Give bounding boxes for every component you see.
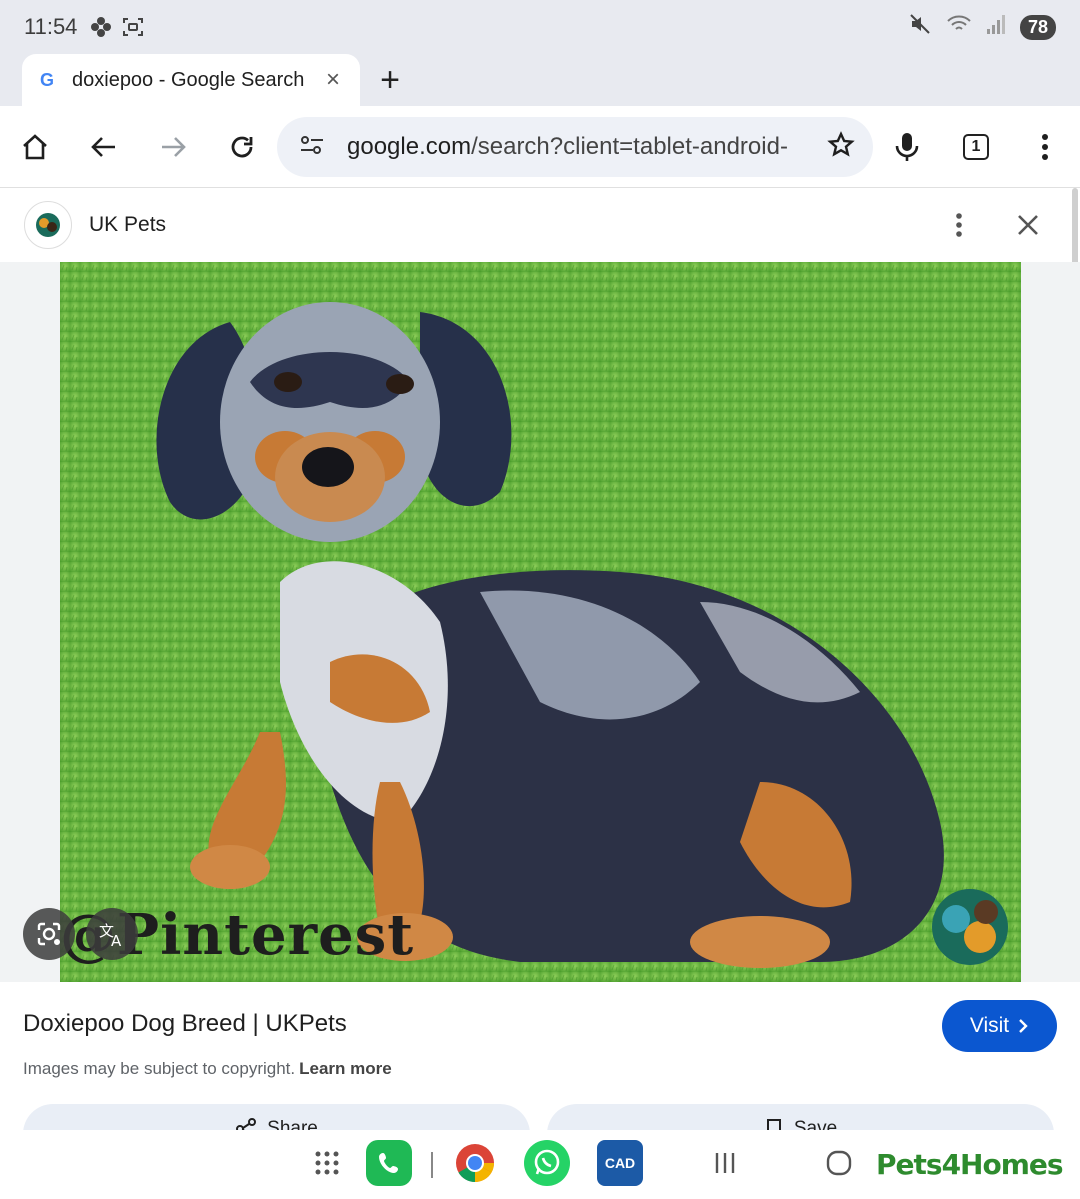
home-nav-icon[interactable]	[816, 1140, 862, 1186]
more-vert-icon	[1042, 134, 1048, 160]
svg-text:A: A	[111, 932, 122, 948]
chevron-right-icon	[1019, 1019, 1028, 1033]
pets4homes-watermark: Pets4Homes	[876, 1148, 1064, 1181]
screen-capture-icon	[121, 15, 145, 39]
visit-button[interactable]: Visit	[942, 1000, 1057, 1052]
lens-icon	[37, 922, 61, 946]
phone-app-icon[interactable]	[366, 1140, 412, 1186]
site-logo	[24, 201, 72, 249]
translate-icon: 文A	[99, 922, 122, 948]
copyright-text: Images may be subject to copyright.	[23, 1059, 296, 1078]
back-button[interactable]	[78, 121, 130, 173]
browser-toolbar: google.com/search?client=tablet-android-…	[0, 106, 1080, 188]
voice-search-button[interactable]	[881, 121, 933, 173]
close-panel-button[interactable]	[1003, 200, 1053, 250]
cad-app-icon[interactable]: CAD	[597, 1140, 643, 1186]
browser-tab[interactable]: G doxiepoo - Google Search ×	[22, 54, 360, 106]
google-favicon-icon: G	[40, 69, 55, 90]
status-bar: 11:54 78	[0, 0, 1080, 54]
site-settings-icon[interactable]	[299, 133, 325, 162]
learn-more-link[interactable]: Learn more	[299, 1059, 392, 1078]
ukpets-logo-icon	[36, 213, 60, 237]
menu-button[interactable]	[1019, 121, 1071, 173]
site-name: UK Pets	[89, 213, 167, 236]
signal-icon	[986, 13, 1006, 41]
tab-title: doxiepoo - Google Search	[72, 68, 305, 91]
address-bar[interactable]: google.com/search?client=tablet-android-	[277, 117, 873, 177]
url-path: /search?client=tablet-android-	[471, 133, 788, 160]
recent-apps-icon[interactable]	[702, 1140, 748, 1186]
bookmark-star-icon[interactable]	[827, 130, 855, 164]
tab-switcher-button[interactable]: 1	[950, 121, 1002, 173]
reload-button[interactable]	[216, 121, 268, 173]
more-vert-icon	[956, 213, 962, 237]
dock-separator	[431, 1152, 433, 1178]
pinwheel-icon	[89, 15, 113, 39]
tab-count: 1	[963, 134, 989, 160]
visit-label: Visit	[969, 1014, 1010, 1037]
copyright-notice: Images may be subject to copyright. Learn…	[23, 1059, 392, 1079]
image-preview-area: @Pinterest 文A	[0, 262, 1080, 982]
back-arrow-icon	[91, 137, 115, 157]
panel-menu-button[interactable]	[934, 200, 984, 250]
translate-button[interactable]: 文A	[86, 908, 138, 960]
new-tab-button[interactable]: +	[372, 58, 408, 102]
result-title[interactable]: Doxiepoo Dog Breed | UKPets	[23, 1010, 347, 1038]
microphone-icon	[895, 133, 919, 161]
close-tab-icon[interactable]: ×	[320, 66, 346, 94]
wifi-icon	[946, 12, 972, 42]
url-text[interactable]: google.com/search?client=tablet-android-	[347, 133, 827, 161]
chrome-app-icon[interactable]	[452, 1140, 498, 1186]
close-icon	[1018, 215, 1038, 235]
forward-arrow-icon	[162, 137, 186, 157]
mute-icon	[908, 12, 932, 42]
forward-button[interactable]	[147, 121, 199, 173]
home-button[interactable]	[9, 121, 61, 173]
dachshund-photo[interactable]	[60, 262, 1021, 982]
home-icon	[23, 134, 47, 160]
whatsapp-app-icon[interactable]	[524, 1140, 570, 1186]
reload-icon	[231, 136, 253, 158]
image-viewer-header: UK Pets	[0, 188, 1080, 262]
tab-strip: G doxiepoo - Google Search × +	[0, 54, 1080, 106]
battery-indicator: 78	[1019, 14, 1056, 40]
url-host: google.com	[347, 133, 472, 160]
app-drawer-icon[interactable]	[304, 1140, 350, 1186]
status-time: 11:54	[24, 14, 78, 39]
google-lens-button[interactable]	[23, 908, 75, 960]
